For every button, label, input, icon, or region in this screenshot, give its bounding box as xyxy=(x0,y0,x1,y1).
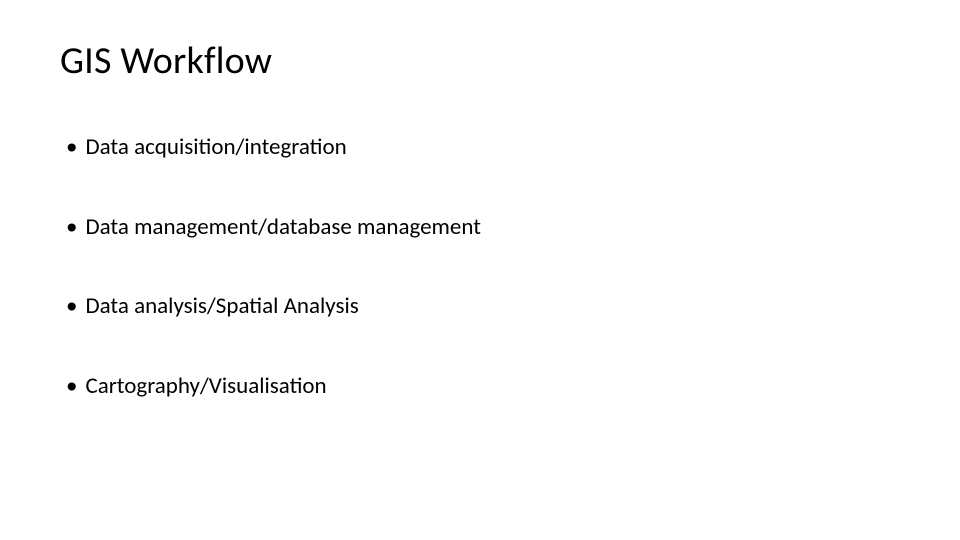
bullet-icon: • xyxy=(66,293,77,321)
bullet-icon: • xyxy=(66,134,77,162)
bullet-icon: • xyxy=(66,373,77,401)
list-item: • Cartography/Visualisation xyxy=(66,373,900,401)
bullet-text: Data analysis/Spatial Analysis xyxy=(85,293,358,321)
list-item: • Data analysis/Spatial Analysis xyxy=(66,293,900,321)
bullet-text: Cartography/Visualisation xyxy=(85,373,326,401)
bullet-text: Data acquisition/integration xyxy=(85,134,346,162)
bullet-text: Data management/database management xyxy=(85,214,480,242)
list-item: • Data management/database management xyxy=(66,214,900,242)
slide-title: GIS Workflow xyxy=(60,38,900,84)
bullet-icon: • xyxy=(66,214,77,242)
list-item: • Data acquisition/integration xyxy=(66,134,900,162)
bullet-list: • Data acquisition/integration • Data ma… xyxy=(60,134,900,400)
